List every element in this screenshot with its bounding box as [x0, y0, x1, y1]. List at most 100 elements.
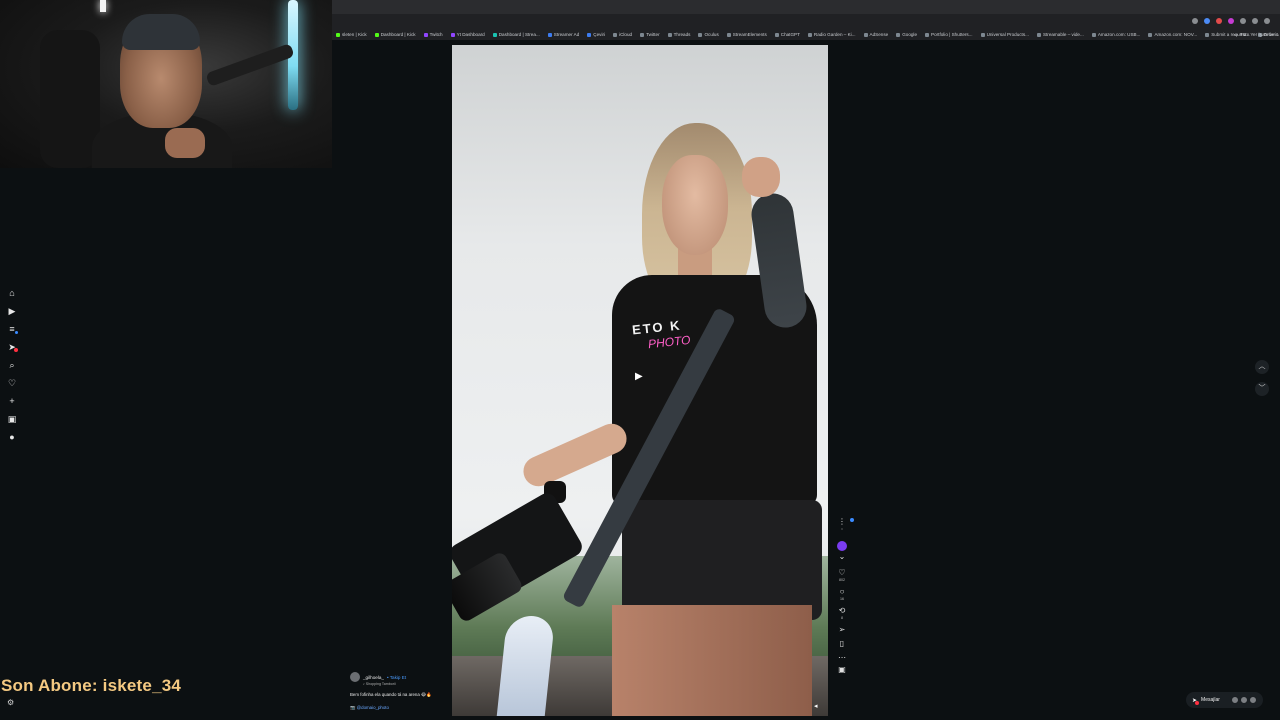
browser-chrome: sleten | Kick Dashboard | Kick Twitch Yt Da… — [332, 0, 1280, 40]
audio-track[interactable]: ♪ Shopping Tamborii — [363, 682, 450, 686]
like-icon[interactable]: ♡ — [838, 569, 845, 577]
share-icon[interactable]: ➢ — [839, 626, 846, 634]
profile-icon[interactable] — [1264, 18, 1270, 24]
notes-label: • — [841, 527, 843, 531]
follow-button[interactable]: • Takip Et — [387, 675, 406, 680]
search-icon[interactable]: ⌕ — [7, 360, 17, 370]
chevron-up-icon[interactable]: ︿ — [1255, 360, 1269, 374]
mute-icon[interactable]: ◂ — [814, 702, 822, 710]
bookmark-label: AdSense — [869, 32, 889, 37]
bookmark-item[interactable]: Portfolio | Shutters... — [923, 32, 977, 37]
streamer-hands — [165, 128, 205, 158]
bookmark-item[interactable]: StreamElements — [725, 32, 771, 37]
bookmarks-bar: sleten | Kick Dashboard | Kick Twitch Yt Da… — [332, 29, 1280, 40]
extension-icon[interactable] — [1216, 18, 1222, 24]
avatar[interactable] — [350, 672, 360, 682]
bookmark-item[interactable]: Streamer Ad — [546, 32, 584, 37]
home-icon[interactable]: ⌂ — [7, 288, 17, 298]
messages-label: Mesajlar — [1201, 697, 1220, 703]
ceiling-light — [100, 0, 106, 12]
bookmark-item[interactable]: Amazon.com: NOV... — [1146, 32, 1201, 37]
comment-icon[interactable]: ○ — [840, 588, 845, 596]
folder-icon: ▭ — [1233, 31, 1238, 37]
bookmark-label: Oculus — [704, 32, 719, 37]
bookmark-item[interactable]: Google — [894, 32, 921, 37]
favicon-icon — [1148, 32, 1153, 37]
audio-thumbnail-icon[interactable]: ▣ — [838, 666, 846, 674]
bookmark-label: Dashboard | Strea... — [498, 32, 540, 37]
favicon-icon — [863, 32, 868, 37]
favicon-icon — [726, 32, 731, 37]
bookmark-item[interactable]: Çeviri — [585, 32, 609, 37]
bookmark-label: Streamer Ad — [553, 32, 580, 37]
bookmark-label: Amazon.com: USB... — [1097, 32, 1141, 37]
settings-icon[interactable]: ⚙ — [7, 698, 14, 707]
reel-video[interactable]: ETO K PHOTO ▶ ◂ — [452, 45, 828, 716]
tab-strip[interactable] — [332, 0, 1280, 14]
chevron-down-icon[interactable]: ⌄ — [839, 553, 846, 561]
bookmark-item[interactable]: Radio Garden – Ki... — [806, 32, 860, 37]
direct-icon[interactable]: ➤ — [7, 342, 18, 352]
more-icon[interactable]: ⋯ — [838, 654, 846, 662]
extension-icon[interactable] — [1228, 18, 1234, 24]
caption-tag[interactable]: 📷 @domaio_photo — [350, 705, 450, 711]
bookmark-item[interactable]: Threads — [666, 32, 695, 37]
extension-icon[interactable] — [1204, 18, 1210, 24]
bookmark-item[interactable]: Twitter — [638, 32, 664, 37]
notifications-icon[interactable]: ♡ — [7, 378, 17, 388]
save-icon[interactable]: ▯ — [840, 640, 844, 648]
bookmark-item[interactable]: Universal Products... — [979, 32, 1033, 37]
all-bookmarks[interactable]: ▭ Tüm Yer İşaretleri — [1234, 29, 1276, 40]
reels-icon[interactable]: ▶ — [7, 306, 17, 316]
bookmark-label: StreamElements — [732, 32, 767, 37]
repost-icon[interactable]: ⟲ — [839, 607, 846, 615]
extension-icon[interactable] — [1240, 18, 1246, 24]
bookmark-item[interactable]: Oculus — [696, 32, 722, 37]
more-options-icon[interactable]: ⋮ — [838, 518, 854, 526]
create-icon[interactable]: + — [7, 396, 17, 406]
bookmark-label: Google — [902, 32, 918, 37]
like-count: 802 — [839, 578, 845, 582]
bookmark-item[interactable]: Dashboard | Kick — [373, 32, 420, 37]
bookmark-item[interactable]: iCloud — [611, 32, 636, 37]
bookmark-label: Twitter — [646, 32, 660, 37]
author-username[interactable]: _gilhoela_ — [363, 675, 384, 680]
extension-icon[interactable] — [1252, 18, 1258, 24]
bookmark-item[interactable]: Dashboard | Strea... — [491, 32, 544, 37]
subject-shorts — [622, 500, 822, 620]
audio-icon[interactable] — [837, 541, 847, 551]
profile-icon[interactable]: ● — [7, 432, 17, 442]
bookmark-item[interactable]: Streamable – vide... — [1035, 32, 1088, 37]
bookmark-item[interactable]: sleten | Kick — [334, 32, 371, 37]
repost-count: 8 — [841, 616, 843, 620]
all-bookmarks-label: Tüm Yer İşaretleri — [1240, 32, 1276, 37]
bookmark-item[interactable]: Twitch — [422, 32, 447, 37]
bookmark-label: Twitch — [429, 32, 443, 37]
microphone-arm — [205, 43, 295, 87]
dashboard-icon[interactable]: ▣ — [7, 414, 17, 424]
favicon-icon — [450, 32, 455, 37]
gaming-chair — [40, 30, 100, 168]
extension-icon[interactable] — [1192, 18, 1198, 24]
bookmark-item[interactable]: Yt Dashboard — [449, 32, 489, 37]
favicon-icon — [1091, 32, 1096, 37]
streamer-cap — [122, 14, 200, 50]
favicon-icon — [587, 32, 592, 37]
bookmark-label: Amazon.com: NOV... — [1154, 32, 1198, 37]
reel-actions: ⋮ • ⌄ ♡ 802 ○ 16 ⟲ 8 ➢ ▯ ⋯ ▣ — [834, 518, 854, 674]
feed-icon[interactable]: ≡ — [7, 324, 18, 334]
favicon-icon — [374, 32, 379, 37]
left-sidebar: ⌂ ▶ ≡ ➤ ⌕ ♡ + ▣ ● — [4, 288, 20, 442]
bookmark-label: Dashboard | Kick — [380, 32, 416, 37]
chevron-down-icon[interactable]: ﹀ — [1255, 382, 1269, 396]
favicon-icon — [925, 32, 930, 37]
bookmark-item[interactable]: Amazon.com: USB... — [1090, 32, 1145, 37]
author-row: _gilhoela_ • Takip Et — [350, 672, 450, 682]
stream-screen: sleten | Kick Dashboard | Kick Twitch Yt Da… — [0, 0, 1280, 720]
play-icon[interactable]: ▶ — [635, 371, 643, 382]
bookmark-label: Threads — [673, 32, 691, 37]
bookmark-item[interactable]: ChatGPT — [773, 32, 804, 37]
bookmark-label: iCloud — [619, 32, 633, 37]
bookmark-item[interactable]: AdSense — [862, 32, 893, 37]
messages-button[interactable]: ➤ Mesajlar — [1186, 692, 1263, 708]
